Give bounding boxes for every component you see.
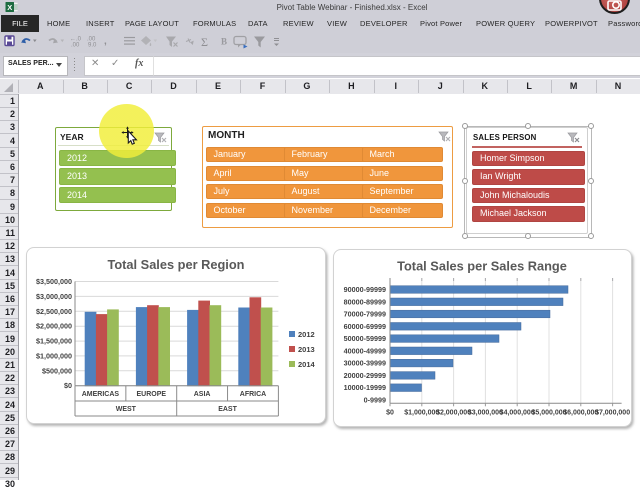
svg-text:Total Sales per Region: Total Sales per Region bbox=[107, 257, 244, 272]
svg-text:AFRICA: AFRICA bbox=[240, 391, 266, 398]
svg-text:10000-19999: 10000-19999 bbox=[344, 383, 386, 392]
svg-text:$1,000,000: $1,000,000 bbox=[36, 351, 72, 360]
svg-text:$0: $0 bbox=[64, 381, 72, 390]
svg-text:$1,000,000: $1,000,000 bbox=[404, 409, 439, 416]
svg-text:EAST: EAST bbox=[218, 406, 237, 413]
svg-text:$2,500,000: $2,500,000 bbox=[36, 307, 72, 316]
svg-text:2013: 2013 bbox=[298, 345, 315, 354]
svg-text:80000-89999: 80000-89999 bbox=[344, 297, 386, 306]
svg-text:40000-49999: 40000-49999 bbox=[344, 346, 386, 355]
svg-text:$0: $0 bbox=[386, 409, 394, 416]
svg-text:20000-29999: 20000-29999 bbox=[344, 371, 386, 380]
svg-text:$2,000,000: $2,000,000 bbox=[36, 322, 72, 331]
svg-text:50000-59999: 50000-59999 bbox=[344, 334, 386, 343]
svg-text:90000-99999: 90000-99999 bbox=[344, 285, 386, 294]
svg-text:0-9999: 0-9999 bbox=[364, 395, 386, 404]
svg-text:$6,000,000: $6,000,000 bbox=[563, 409, 598, 416]
svg-text:70000-79999: 70000-79999 bbox=[344, 310, 386, 319]
svg-text:$3,000,000: $3,000,000 bbox=[36, 292, 72, 301]
svg-text:EUROPE: EUROPE bbox=[137, 391, 167, 398]
svg-text:,: , bbox=[104, 36, 107, 47]
svg-text:$4,000,000: $4,000,000 bbox=[500, 409, 535, 416]
svg-text:AMERICAS: AMERICAS bbox=[82, 391, 120, 398]
svg-text:Σ: Σ bbox=[201, 35, 208, 49]
svg-text:30000-39999: 30000-39999 bbox=[344, 359, 386, 368]
svg-text:$7,000,000: $7,000,000 bbox=[595, 409, 630, 416]
svg-text:B: B bbox=[221, 37, 227, 47]
svg-text:WEST: WEST bbox=[116, 406, 137, 413]
svg-text:$1,500,000: $1,500,000 bbox=[36, 337, 72, 346]
svg-text:9.0: 9.0 bbox=[88, 43, 97, 49]
svg-text:X: X bbox=[7, 3, 12, 12]
svg-text:ASIA: ASIA bbox=[194, 391, 211, 398]
svg-text:$3,500,000: $3,500,000 bbox=[36, 277, 72, 286]
svg-text:2012: 2012 bbox=[298, 330, 315, 339]
svg-text:$3,000,000: $3,000,000 bbox=[468, 409, 503, 416]
svg-text:$500,000: $500,000 bbox=[42, 366, 72, 375]
svg-text:$2,000,000: $2,000,000 bbox=[436, 409, 471, 416]
svg-text:$5,000,000: $5,000,000 bbox=[531, 409, 566, 416]
svg-text:2014: 2014 bbox=[298, 360, 316, 369]
svg-text:60000-69999: 60000-69999 bbox=[344, 322, 386, 331]
svg-text:.00: .00 bbox=[71, 43, 80, 49]
svg-text:Total Sales per Sales Range: Total Sales per Sales Range bbox=[397, 259, 567, 274]
